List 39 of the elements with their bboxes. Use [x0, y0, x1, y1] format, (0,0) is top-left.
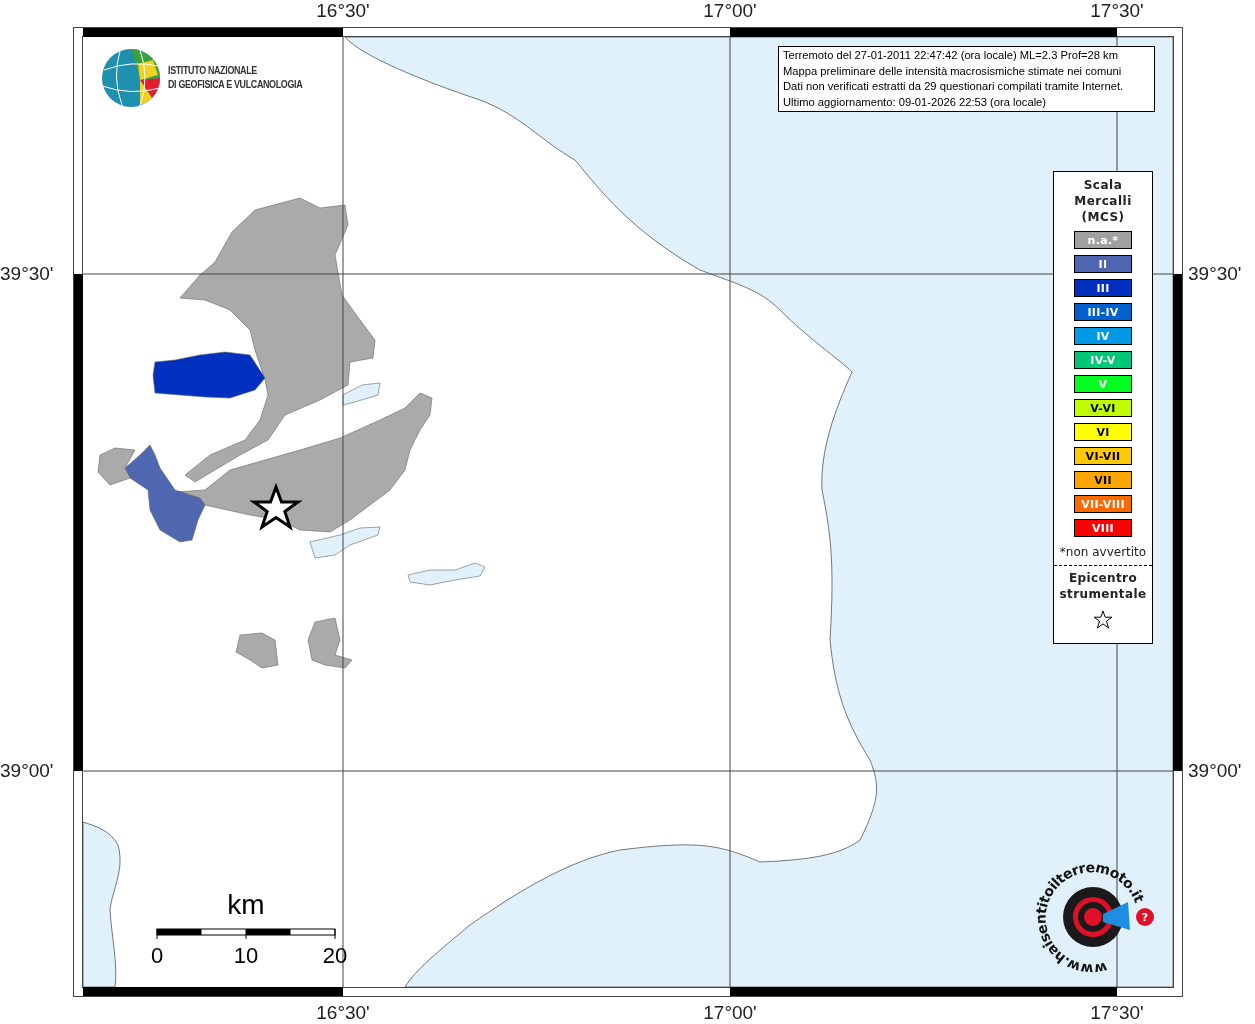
scale-unit: km	[227, 889, 265, 921]
intensity-swatch: V	[1074, 375, 1132, 393]
intensity-swatch: V-VI	[1074, 399, 1132, 417]
intensity-swatch: VIII	[1074, 519, 1132, 537]
longitude-label: 17°30'	[1090, 0, 1144, 22]
intensity-swatch: VI	[1074, 423, 1132, 441]
latitude-label: 39°30'	[0, 263, 54, 285]
longitude-label: 17°00'	[703, 1002, 757, 1024]
institute-name: DI GEOFISICA E VULCANOLOGIA	[168, 77, 303, 91]
latitude-label: 39°00'	[0, 760, 54, 782]
info-line: Mappa preliminare delle intensità macrosismiche stimate nei comuni	[783, 63, 1123, 79]
legend-footnote: *non avvertito	[1059, 545, 1147, 559]
intensity-swatch: VII-VIII	[1074, 495, 1132, 513]
legend-title: Scala Mercalli (MCS)	[1073, 177, 1133, 225]
intensity-swatch: II	[1074, 255, 1132, 273]
intensity-swatch: IV	[1074, 327, 1132, 345]
longitude-label: 16°30'	[316, 1002, 370, 1024]
institute-name: ISTITUTO NAZIONALE	[168, 63, 258, 77]
longitude-label: 17°30'	[1090, 1002, 1144, 1024]
info-line: Terremoto del 27-01-2011 22:47:42 (ora locale) ML=2.3 Prof=28 km	[783, 48, 1119, 63]
intensity-swatch: n.a.*	[1074, 231, 1132, 249]
longitude-label: 17°00'	[703, 0, 757, 22]
latitude-label: 39°00'	[1188, 760, 1242, 782]
longitude-label: 16°30'	[316, 0, 370, 22]
scale-tick-label: 20	[322, 943, 348, 969]
star-icon	[1093, 610, 1113, 629]
globe-logo-icon	[101, 49, 161, 107]
intensity-swatch: III-IV	[1074, 303, 1132, 321]
latitude-label: 39°30'	[1188, 263, 1242, 285]
epicenter-star-icon	[249, 482, 303, 531]
intensity-swatch: VI-VII	[1074, 447, 1132, 465]
info-line: Ultimo aggiornamento: 09-01-2026 22:53 (ora locale)	[783, 94, 1048, 110]
info-line: Dati non verificati estratti da 29 questionari compilati tramite Internet.	[783, 79, 1125, 94]
intensity-swatch: VII	[1074, 471, 1132, 489]
scale-tick-label: 0	[150, 943, 164, 969]
scale-tick-label: 10	[233, 943, 259, 969]
epicenter-label: Epicentro strumentale	[1058, 570, 1148, 602]
intensity-swatch: III	[1074, 279, 1132, 297]
intensity-swatch: IV-V	[1074, 351, 1132, 369]
